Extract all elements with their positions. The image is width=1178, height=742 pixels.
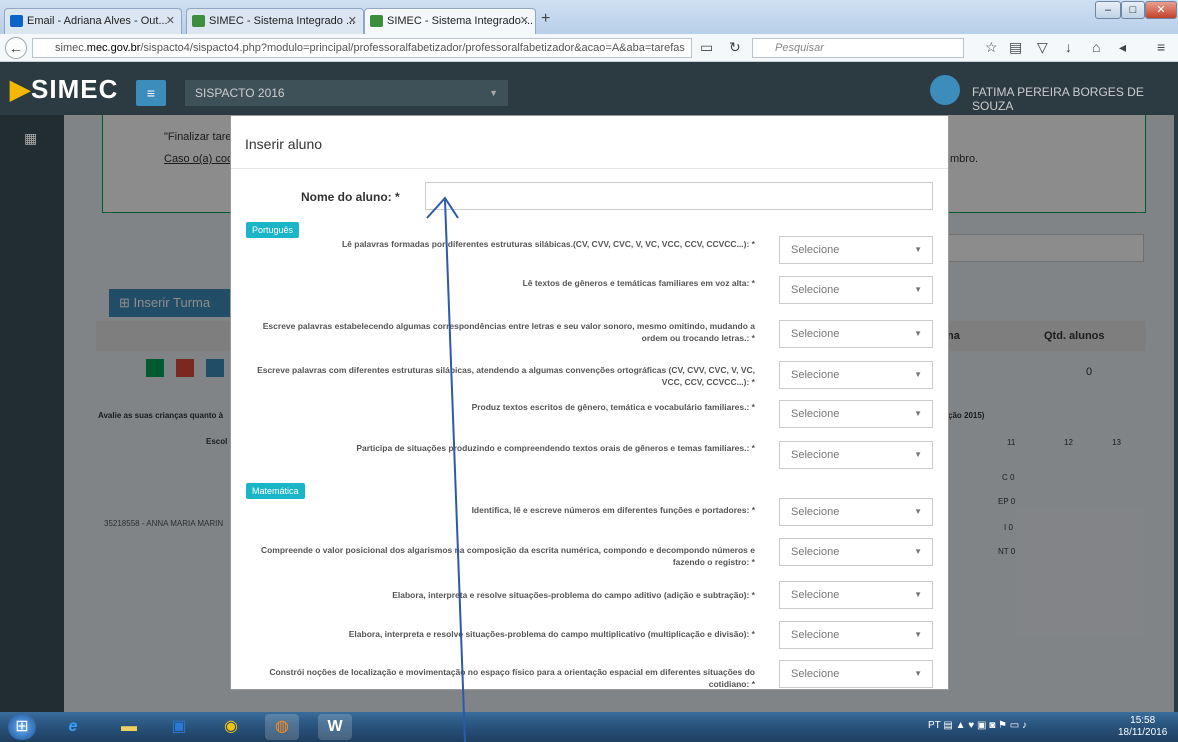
chevron-down-icon: ▼ xyxy=(914,409,922,418)
rating-select[interactable]: Selecione ▼ xyxy=(779,581,933,609)
system-select[interactable]: SISPACTO 2016 ▼ xyxy=(185,80,508,106)
new-tab-button[interactable]: + xyxy=(541,10,550,28)
rating-select[interactable]: Selecione ▼ xyxy=(779,276,933,304)
question-label: Elabora, interpreta e resolve situações-… xyxy=(392,590,755,600)
tab-email[interactable]: Email - Adriana Alves - Out... ✕ xyxy=(4,8,182,34)
close-icon[interactable]: ✕ xyxy=(520,9,529,33)
system-tray: PT ▤ ▲ ♥ ▣ ◙ ⚑ ▭ ♪ xyxy=(928,720,1028,731)
question-label: Lê palavras formadas por diferentes estr… xyxy=(341,239,755,249)
chevron-down-icon: ▼ xyxy=(914,547,922,556)
question-label: Lê textos de gêneros e temáticas familia… xyxy=(522,278,755,288)
question-label: Escreve palavras estabelecendo algumas c… xyxy=(262,321,755,343)
minimize-button[interactable]: – xyxy=(1095,1,1121,19)
outlook-icon xyxy=(10,15,23,27)
divider xyxy=(231,168,948,169)
question-label: Escreve palavras com diferentes estrutur… xyxy=(257,365,755,387)
chevron-down-icon: ▼ xyxy=(914,329,922,338)
home-icon[interactable]: ⌂ xyxy=(1092,39,1100,55)
search-input[interactable]: Pesquisar xyxy=(752,38,964,58)
chevron-down-icon: ▼ xyxy=(489,88,498,98)
internet-explorer-icon[interactable]: e xyxy=(56,714,90,740)
word-icon[interactable]: W xyxy=(318,714,352,740)
chevron-down-icon: ▼ xyxy=(914,285,922,294)
simec-favicon-icon xyxy=(370,15,383,27)
reload-icon[interactable]: ↻ xyxy=(729,39,741,56)
rating-select[interactable]: Selecione ▼ xyxy=(779,320,933,348)
simec-logo: ▶SIMEC xyxy=(10,74,119,104)
reader-icon[interactable]: ▭ xyxy=(700,39,713,56)
start-button[interactable]: ⊞ xyxy=(8,714,36,740)
rating-select[interactable]: Selecione ▼ xyxy=(779,621,933,649)
chrome-icon[interactable]: ◉ xyxy=(214,714,248,740)
rating-select[interactable]: Selecione ▼ xyxy=(779,400,933,428)
rating-select[interactable]: Selecione ▼ xyxy=(779,361,933,389)
bookmark-star-icon[interactable]: ☆ xyxy=(985,39,998,56)
download-icon[interactable]: ↓ xyxy=(1065,39,1072,55)
tab-simec-2[interactable]: SIMEC - Sistema Integrado ... ✕ xyxy=(364,8,536,35)
bookmarks-list-icon[interactable]: ▤ xyxy=(1009,39,1022,56)
section-portugues: Português xyxy=(246,222,300,238)
modal-title: Inserir aluno xyxy=(245,136,323,152)
section-matematica: Matemática xyxy=(246,483,305,499)
clock[interactable]: 15:58 18/11/2016 xyxy=(1118,715,1167,739)
student-name-label: Nome do aluno: * xyxy=(301,190,400,204)
grid-icon[interactable]: ▦ xyxy=(24,130,37,147)
rating-select[interactable]: Selecione ▼ xyxy=(779,236,933,264)
chevron-down-icon: ▼ xyxy=(914,450,922,459)
rating-select[interactable]: Selecione ▼ xyxy=(779,498,933,526)
outlook-icon[interactable]: ▣ xyxy=(162,714,196,740)
logo-arrow-icon: ▶ xyxy=(10,74,31,104)
avatar[interactable] xyxy=(930,75,960,105)
question-label: Participa de situações produzindo e comp… xyxy=(356,443,755,453)
insert-student-modal: Inserir aluno Nome do aluno: * Português… xyxy=(230,115,949,690)
student-name-input[interactable] xyxy=(425,182,933,210)
user-name[interactable]: FATIMA PEREIRA BORGES DE SOUZA xyxy=(972,85,1178,113)
chevron-down-icon: ▼ xyxy=(914,590,922,599)
menu-toggle-button[interactable]: ≡ xyxy=(136,80,166,106)
hamburger-menu-icon[interactable]: ≡ xyxy=(1157,39,1165,55)
chevron-down-icon: ▼ xyxy=(914,507,922,516)
chevron-down-icon: ▼ xyxy=(914,370,922,379)
back-button[interactable]: ← xyxy=(5,37,27,59)
chevron-down-icon: ▼ xyxy=(914,669,922,678)
language-indicator[interactable]: PT xyxy=(928,720,941,731)
question-label: Elabora, interpreta e resolve situações-… xyxy=(348,629,755,639)
question-label: Identifica, lê e escreve números em dife… xyxy=(471,505,755,515)
address-bar[interactable]: simec.mec.gov.br/sispacto4/sispacto4.php… xyxy=(32,38,692,58)
tab-simec-1[interactable]: SIMEC - Sistema Integrado ... ✕ xyxy=(186,8,364,34)
chevron-down-icon: ▼ xyxy=(914,245,922,254)
rating-select[interactable]: Selecione ▼ xyxy=(779,538,933,566)
rating-select[interactable]: Selecione ▼ xyxy=(779,441,933,469)
close-icon[interactable]: ✕ xyxy=(166,9,175,33)
pocket-icon[interactable]: ▽ xyxy=(1037,39,1048,56)
close-icon[interactable]: ✕ xyxy=(348,9,357,33)
question-label: Produz textos escritos de gênero, temáti… xyxy=(471,402,755,412)
sidebar xyxy=(0,115,64,712)
rating-select[interactable]: Selecione ▼ xyxy=(779,660,933,688)
maximize-button[interactable]: □ xyxy=(1121,1,1145,19)
question-label: Compreende o valor posicional dos algari… xyxy=(260,545,755,567)
chevron-down-icon: ▼ xyxy=(914,630,922,639)
folder-icon[interactable]: ▬ xyxy=(112,714,146,740)
firefox-icon[interactable]: ◍ xyxy=(265,714,299,740)
send-icon[interactable]: ◂ xyxy=(1119,39,1126,56)
close-window-button[interactable]: ✕ xyxy=(1145,1,1177,19)
simec-favicon-icon xyxy=(192,15,205,27)
question-label: Constrói noções de localização e movimen… xyxy=(269,667,755,689)
